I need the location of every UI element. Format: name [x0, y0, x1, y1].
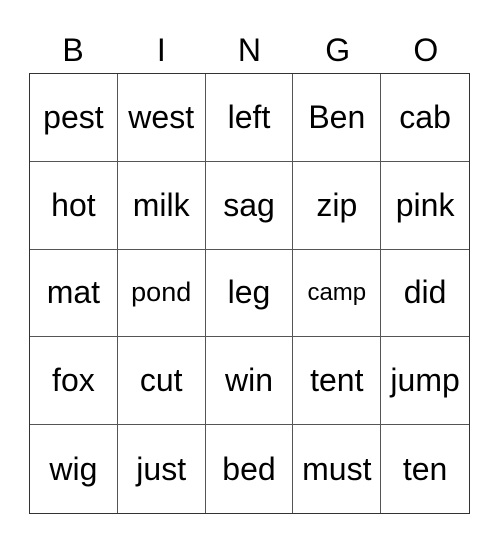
bingo-cell[interactable]: pink — [381, 162, 469, 250]
header-letter-b: B — [62, 32, 84, 68]
bingo-cell[interactable]: west — [117, 74, 206, 162]
header-letter-g: G — [325, 32, 351, 68]
bingo-card: pest west left Ben cab hot milk sag zip … — [29, 73, 470, 514]
bingo-cell[interactable]: left — [205, 74, 294, 162]
bingo-cell[interactable]: cab — [381, 74, 469, 162]
bingo-cell[interactable]: tent — [293, 337, 382, 426]
bingo-cell[interactable]: camp — [293, 249, 382, 338]
bingo-cell[interactable]: leg — [205, 249, 294, 338]
bingo-cell[interactable]: hot — [30, 161, 118, 250]
bingo-cell[interactable]: must — [293, 425, 382, 513]
bingo-cell[interactable]: just — [118, 425, 206, 513]
bingo-cell[interactable]: cut — [117, 337, 206, 426]
header-letter-o: O — [413, 32, 439, 68]
bingo-cell[interactable]: zip — [293, 161, 382, 250]
bingo-cell[interactable]: Ben — [293, 74, 382, 162]
header-letter-n: N — [237, 32, 262, 68]
bingo-cell[interactable]: bed — [206, 425, 294, 513]
bingo-cell[interactable]: pond — [117, 249, 206, 338]
bingo-cell[interactable]: milk — [117, 161, 206, 250]
bingo-cell[interactable]: fox — [30, 337, 118, 426]
bingo-cell[interactable]: did — [381, 250, 469, 338]
bingo-cell[interactable]: jump — [381, 337, 469, 426]
bingo-cell[interactable]: sag — [205, 161, 294, 250]
bingo-cell[interactable]: wig — [30, 425, 118, 513]
bingo-cell[interactable]: ten — [381, 425, 469, 513]
bingo-header: B I N G O — [29, 28, 470, 73]
bingo-cell[interactable]: pest — [30, 74, 118, 162]
header-letter-i: I — [156, 32, 166, 68]
bingo-cell[interactable]: mat — [30, 249, 118, 338]
bingo-cell[interactable]: win — [205, 337, 294, 426]
